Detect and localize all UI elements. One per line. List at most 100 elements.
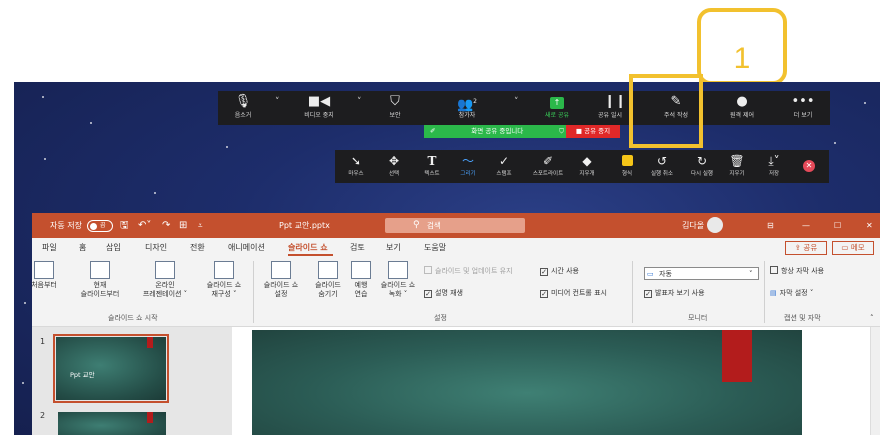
cursor-icon: ➘: [350, 154, 362, 168]
security-button[interactable]: ⛉ 보안: [368, 91, 422, 125]
remote-control-icon: ●: [736, 94, 748, 109]
play-narrations-checkbox[interactable]: ✓ 설명 재생: [424, 288, 463, 298]
redo-icon[interactable]: ↷: [162, 213, 170, 238]
slide-thumbnail-2[interactable]: [58, 412, 166, 435]
memo-button[interactable]: ▭ 메모: [832, 241, 874, 255]
close-annotation-button[interactable]: ✕: [797, 150, 821, 183]
maximize-icon[interactable]: ☐: [834, 213, 841, 238]
tab-design[interactable]: 디자인: [145, 238, 167, 257]
participants-button[interactable]: 👥2 참가자: [440, 91, 494, 125]
always-captions-checkbox[interactable]: 항상 자막 사용: [770, 266, 824, 276]
checkbox-icon: [770, 266, 778, 274]
draw-tool[interactable]: 〜 그리기: [453, 150, 483, 183]
show-media-controls-checkbox[interactable]: ✓ 미디어 컨트롤 표시: [540, 288, 607, 298]
tab-transitions[interactable]: 전환: [190, 238, 205, 257]
mute-button[interactable]: 🎙 음소거: [220, 91, 266, 125]
select-tool[interactable]: ✥ 선택: [381, 150, 407, 183]
record-icon: [388, 261, 408, 279]
undo-button[interactable]: ↺ 실행 취소: [645, 150, 679, 183]
monitor-select[interactable]: ▭ 자동 ˅: [644, 267, 759, 280]
star: [154, 192, 156, 194]
star: [834, 142, 836, 144]
present-icon[interactable]: ⊞: [179, 213, 187, 238]
quick-access-menu-icon[interactable]: ⩡: [198, 213, 203, 238]
tab-view[interactable]: 보기: [386, 238, 401, 257]
record-show-button[interactable]: 슬라이드 쇼 녹화 ˅: [372, 261, 424, 299]
from-current-button[interactable]: 현재 슬라이드부터: [72, 261, 128, 299]
hide-slide-button[interactable]: 슬라이드 숨기기: [308, 261, 348, 299]
tab-animations[interactable]: 애니메이션: [228, 238, 265, 257]
save-icon[interactable]: 🖫: [120, 213, 129, 238]
keep-slides-updated-option[interactable]: 슬라이드 및 업데이트 유지: [424, 266, 513, 276]
checkmark-icon: ✓: [540, 290, 548, 298]
avatar[interactable]: [707, 217, 723, 233]
sharing-status-banner: ✐ 화면 공유 중입니다 ⛉: [424, 125, 570, 138]
undo-icon[interactable]: ↶˅: [138, 213, 151, 238]
active-tab-indicator: [288, 254, 333, 256]
text-tool[interactable]: T 텍스트: [417, 150, 447, 183]
slide-thumbnails-pane: 1 Ppt 교안 2: [32, 327, 232, 435]
tab-insert[interactable]: 삽입: [106, 238, 121, 257]
slide-canvas[interactable]: [252, 330, 802, 435]
chevron-down-icon[interactable]: ˅: [275, 97, 280, 107]
use-timings-checkbox[interactable]: ✓ 시간 사용: [540, 266, 579, 276]
shield-icon: ⛉: [390, 94, 400, 109]
annotation-toolbar: ➘ 마우스 ✥ 선택 T 텍스트 〜 그리기 ✓ 스탬프 ✐ 스포트라이트 ◆ …: [335, 150, 829, 183]
spotlight-tool[interactable]: ✐ 스포트라이트: [527, 150, 569, 183]
collapse-ribbon-icon[interactable]: ˄: [870, 313, 874, 323]
more-button[interactable]: ••• 더 보기: [778, 91, 828, 125]
presenter-view-checkbox[interactable]: ✓ 발표자 보기 사용: [644, 288, 705, 298]
vertical-scrollbar[interactable]: [870, 327, 880, 435]
pause-share-button[interactable]: ❙❙ 공유 일시: [588, 91, 632, 125]
star: [90, 122, 92, 124]
pin-icon: ✐: [430, 127, 436, 135]
star: [44, 158, 46, 160]
search-input[interactable]: ⚲ 검색: [385, 218, 525, 233]
from-start-button[interactable]: 처음부터: [22, 261, 66, 290]
present-online-button[interactable]: 온라인 프레젠테이션 ˅: [130, 261, 200, 299]
powerpoint-window: 자동 저장 끔 🖫 ↶˅ ↷ ⊞ ⩡ Ppt 교안.pptx ⚲ 검색 김다올 …: [31, 213, 880, 435]
video-camera-icon: ■◀: [307, 94, 331, 109]
autosave-state: 끔: [100, 222, 106, 229]
chevron-down-icon[interactable]: ˅: [514, 97, 519, 107]
annotate-highlight-frame: [629, 74, 703, 148]
tab-home[interactable]: 홈: [79, 238, 86, 257]
tab-help[interactable]: 도움말: [424, 238, 446, 257]
star: [24, 302, 26, 304]
save-button[interactable]: ⤓˅ 저장: [759, 150, 789, 183]
tab-file[interactable]: 파일: [42, 238, 57, 257]
checkmark-icon: ✓: [540, 268, 548, 276]
star: [226, 146, 228, 148]
zoom-toolbar: 🎙 음소거 ˅ ■◀ 비디오 중지 ˅ ⛉ 보안 👥2 참가자 ˅ ↑ 새로 공…: [218, 91, 830, 125]
format-tool[interactable]: 형식: [617, 150, 637, 183]
stamp-tool[interactable]: ✓ 스탬프: [489, 150, 519, 183]
close-icon[interactable]: ✕: [866, 213, 873, 238]
bookmark-shape: [722, 330, 752, 382]
new-share-button[interactable]: ↑ 새로 공유: [534, 91, 580, 125]
minimize-icon[interactable]: —: [802, 213, 810, 238]
microphone-icon: 🎙: [234, 94, 252, 109]
slide-number: 1: [40, 337, 46, 346]
autosave-toggle[interactable]: 끔: [87, 220, 113, 232]
eraser-tool[interactable]: ◆ 지우개: [573, 150, 601, 183]
remote-control-button[interactable]: ● 원격 제어: [714, 91, 770, 125]
chevron-down-icon: ˅: [749, 270, 753, 278]
custom-show-button[interactable]: 슬라이드 쇼 재구성 ˅: [196, 261, 252, 299]
ribbon-display-icon[interactable]: ⊟: [767, 213, 774, 238]
tab-review[interactable]: 검토: [350, 238, 365, 257]
stop-video-button[interactable]: ■◀ 비디오 중지: [286, 91, 352, 125]
caption-settings-button[interactable]: ▤ 자막 설정 ˅: [770, 288, 813, 298]
text-icon: T: [427, 154, 437, 168]
setup-show-button[interactable]: 슬라이드 쇼 설정: [254, 261, 308, 299]
slide-thumbnail-1[interactable]: Ppt 교안: [53, 334, 169, 403]
clear-button[interactable]: 🗑 지우기: [725, 150, 749, 183]
custom-show-icon: [214, 261, 234, 279]
group-label-captions: 캡션 및 자막: [784, 314, 821, 322]
redo-button[interactable]: ↻ 다시 실행: [685, 150, 719, 183]
group-label-monitor: 모니터: [688, 314, 708, 322]
participants-icon: 👥2: [456, 97, 477, 113]
chevron-down-icon[interactable]: ˅: [357, 97, 362, 107]
mouse-tool[interactable]: ➘ 마우스: [341, 150, 371, 183]
share-button[interactable]: ⇪ 공유: [785, 241, 827, 255]
stop-share-button[interactable]: ■ 공유 중지: [566, 125, 620, 138]
